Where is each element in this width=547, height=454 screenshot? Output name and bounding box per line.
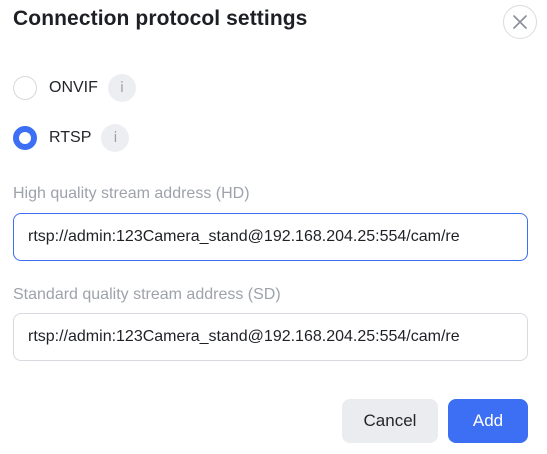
protocol-option-onvif[interactable]: ONVIF i [13,72,136,104]
hd-stream-label: High quality stream address (HD) [13,185,250,202]
add-button[interactable]: Add [448,399,528,443]
protocol-option-rtsp[interactable]: RTSP i [13,122,130,154]
rtsp-radio[interactable] [13,126,37,150]
sd-stream-address-input[interactable] [13,313,528,361]
close-icon [513,15,527,29]
onvif-radio[interactable] [13,76,37,100]
sd-stream-label: Standard quality stream address (SD) [13,286,281,303]
info-icon[interactable]: i [107,74,136,102]
close-button[interactable] [503,5,537,39]
hd-stream-address-input[interactable] [13,213,528,261]
onvif-label: ONVIF [49,79,98,96]
rtsp-label: RTSP [49,129,92,146]
info-icon[interactable]: i [101,124,130,152]
cancel-button[interactable]: Cancel [342,399,438,443]
connection-protocol-dialog: Connection protocol settings ONVIF i RTS… [0,0,547,454]
dialog-title: Connection protocol settings [13,7,308,30]
